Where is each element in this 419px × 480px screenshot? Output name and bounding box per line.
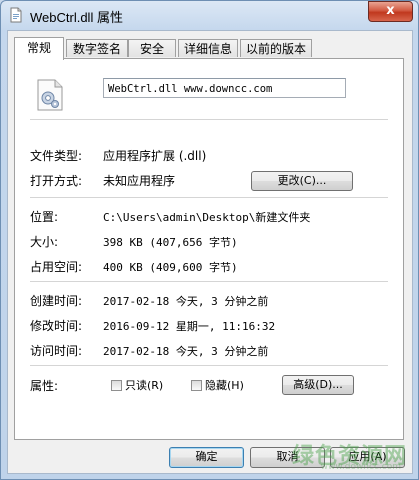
size-value: 398 KB (407,656 字节) <box>103 236 238 249</box>
size-label: 大小: <box>30 235 59 249</box>
divider <box>30 119 388 121</box>
location-label: 位置: <box>30 210 59 224</box>
general-panel: WebCtrl.dll www.downcc.com 文件类型: 应用程序扩展 … <box>14 58 404 440</box>
tab-details[interactable]: 详细信息 <box>178 39 238 57</box>
divider <box>30 365 388 367</box>
modified-label: 修改时间: <box>30 319 83 333</box>
accessed-value: 2017-02-18 今天, 3 分钟之前 <box>103 345 269 358</box>
tab-general[interactable]: 常规 <box>14 37 64 60</box>
advanced-button[interactable]: 高级(D)... <box>282 375 354 395</box>
tab-security[interactable]: 安全 <box>128 39 176 57</box>
created-value: 2017-02-18 今天, 3 分钟之前 <box>103 295 269 308</box>
close-icon: x <box>386 3 395 18</box>
dll-file-icon <box>37 79 63 111</box>
modified-value: 2016-09-12 星期一, 11:16:32 <box>103 320 276 333</box>
readonly-label[interactable]: 只读(R) <box>125 377 163 393</box>
opens-with-label: 打开方式: <box>30 174 83 188</box>
created-label: 创建时间: <box>30 294 83 308</box>
file-type-label: 文件类型: <box>30 149 83 163</box>
window-title: WebCtrl.dll 属性 <box>30 10 123 25</box>
accessed-label: 访问时间: <box>30 344 83 358</box>
tab-previous-versions[interactable]: 以前的版本 <box>240 39 312 57</box>
hidden-checkbox[interactable] <box>191 380 202 391</box>
properties-dialog: 常规 数字签名 安全 详细信息 以前的版本 WebCtrl.dll www.do… <box>7 30 413 474</box>
size-on-disk-label: 占用空间: <box>30 260 83 274</box>
title-bar[interactable]: WebCtrl.dll 属性 x <box>0 0 419 30</box>
divider <box>30 281 388 283</box>
close-button[interactable]: x <box>368 1 413 22</box>
hidden-label[interactable]: 隐藏(H) <box>205 377 244 393</box>
file-type-value: 应用程序扩展 (.dll) <box>103 149 207 163</box>
size-on-disk-value: 400 KB (409,600 字节) <box>103 261 238 274</box>
watermark-url: www.downcc.com <box>320 462 401 472</box>
opens-with-value: 未知应用程序 <box>103 174 176 188</box>
document-icon <box>10 7 22 23</box>
ok-button[interactable]: 确定 <box>169 447 244 468</box>
readonly-checkbox[interactable] <box>111 380 122 391</box>
change-button[interactable]: 更改(C)... <box>251 171 353 191</box>
filename-field[interactable]: WebCtrl.dll www.downcc.com <box>103 78 346 98</box>
divider <box>30 197 388 199</box>
location-value: C:\Users\admin\Desktop\新建文件夹 <box>103 211 311 224</box>
tab-digital-signatures[interactable]: 数字签名 <box>66 39 128 57</box>
attributes-label: 属性: <box>30 379 59 393</box>
